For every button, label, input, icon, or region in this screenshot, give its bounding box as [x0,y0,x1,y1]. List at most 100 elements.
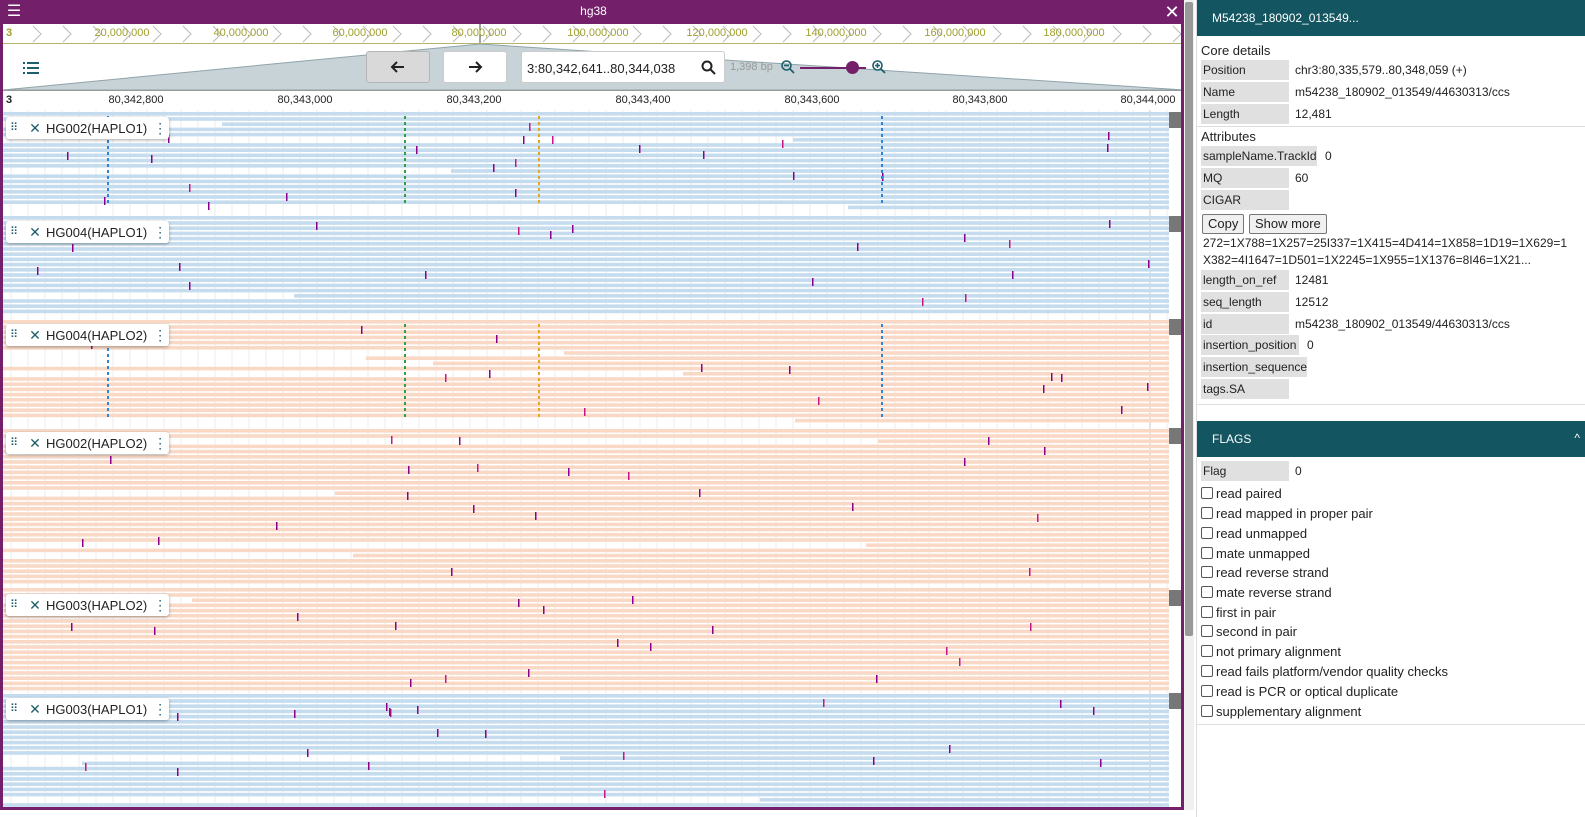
mismatch-mark [623,752,625,760]
zoom-out-icon[interactable] [780,59,796,75]
flag-second-in-pair[interactable]: second in pair [1201,622,1297,640]
mismatch-mark [416,146,418,154]
track-menu-icon[interactable]: ⋮ [153,701,167,718]
drag-handle-icon[interactable]: ⠿ [10,598,22,612]
checkbox[interactable] [1201,507,1213,519]
mismatch-mark [818,397,820,405]
read-alignment [3,579,1169,584]
track-scrollbar[interactable] [1169,319,1181,335]
read-alignment [3,614,1169,618]
arrow-forward-icon [469,61,483,73]
location-input[interactable] [527,59,697,77]
read-alignment [3,398,1169,402]
flags-header[interactable]: FLAGS ^ [1197,421,1585,457]
flag-label: read reverse strand [1216,564,1329,580]
divider [1197,724,1585,725]
overview-chevron [1142,25,1152,43]
mismatch-mark [151,155,153,163]
checkbox[interactable] [1201,527,1213,539]
zoom-slider-thumb[interactable] [846,61,859,74]
field-value-id: m54238_180902_013549/44630313/ccs [1295,317,1510,331]
copy-button[interactable]: Copy [1202,214,1245,234]
track-scrollbar[interactable] [1169,693,1181,709]
checkbox[interactable] [1201,665,1213,677]
close-track-icon[interactable]: ✕ [28,598,42,612]
show-more-button[interactable]: Show more [1249,214,1327,234]
track-scrollbar[interactable] [1169,216,1181,232]
mismatch-mark [1029,568,1031,576]
zoom-in-icon[interactable] [871,59,887,75]
mismatch-mark [316,222,318,230]
checkbox[interactable] [1201,606,1213,618]
flag-proper-pair[interactable]: read mapped in proper pair [1201,504,1373,522]
read-alignment [3,681,1169,686]
flag-read-unmapped[interactable]: read unmapped [1201,524,1307,542]
flag-label: read paired [1216,485,1282,501]
drag-handle-icon[interactable]: ⠿ [10,702,22,716]
flag-read-paired[interactable]: read paired [1201,484,1282,502]
back-button[interactable] [366,51,430,83]
mismatch-mark [110,456,112,464]
flag-qc-fail[interactable]: read fails platform/vendor quality check… [1201,662,1448,680]
flag-first-in-pair[interactable]: first in pair [1201,603,1276,621]
flag-mate-reverse[interactable]: mate reverse strand [1201,583,1332,601]
checkbox[interactable] [1201,625,1213,637]
track-menu-icon[interactable]: ⋮ [153,224,167,241]
coordinate-ruler[interactable]: 3 80,342,800 80,343,000 80,343,200 80,34… [3,90,1181,110]
close-track-icon[interactable]: ✕ [28,702,42,716]
main-scrollbar[interactable] [1184,0,1194,810]
track-selector-button[interactable] [17,56,45,80]
track-menu-icon[interactable]: ⋮ [153,435,167,452]
chevron-up-icon[interactable]: ^ [1574,431,1580,445]
mismatch-mark [988,437,990,445]
track-scrollbar[interactable] [1169,590,1181,606]
track-scrollbar[interactable] [1169,428,1181,444]
track-menu-icon[interactable]: ⋮ [153,597,167,614]
field-value-seq-length: 12512 [1295,295,1329,309]
mismatch-mark [361,326,363,334]
checkbox[interactable] [1201,566,1213,578]
mismatch-mark [518,227,520,235]
ruler-tick-label: 80,342,800 [108,94,164,106]
forward-button[interactable] [443,51,507,83]
drag-handle-icon[interactable]: ⠿ [10,436,22,450]
close-track-icon[interactable]: ✕ [28,225,42,239]
checkbox[interactable] [1201,645,1213,657]
read-alignment [353,553,1169,558]
ruler-tick-label: 80,343,000 [277,94,333,106]
track-scrollbar[interactable] [1169,112,1181,128]
flag-not-primary[interactable]: not primary alignment [1201,642,1341,660]
view-close-icon[interactable]: ✕ [1162,2,1181,22]
read-alignment [451,169,1169,173]
close-track-icon[interactable]: ✕ [28,328,42,342]
read-alignment [3,522,1169,527]
flag-mate-unmapped[interactable]: mate unmapped [1201,544,1310,562]
track-menu-icon[interactable]: ⋮ [153,327,167,344]
flag-duplicate[interactable]: read is PCR or optical duplicate [1201,682,1398,700]
mismatch-mark [473,505,475,513]
drag-handle-icon[interactable]: ⠿ [10,328,22,342]
read-alignment [3,640,1169,644]
checkbox[interactable] [1201,586,1213,598]
field-value-name: m54238_180902_013549/44630313/ccs [1295,85,1510,99]
overview-scalebar[interactable]: 3 20,000,000 40,000,000 60,000,000 80,000,00… [3,24,1181,44]
checkbox[interactable] [1201,685,1213,697]
close-track-icon[interactable]: ✕ [28,121,42,135]
drag-handle-icon[interactable]: ⠿ [10,121,22,135]
read-alignment [3,475,1169,480]
read-alignment [3,184,1169,189]
read-alignment [3,740,1169,745]
mismatch-mark [1044,447,1046,455]
close-track-icon[interactable]: ✕ [28,436,42,450]
alignment-pileups[interactable] [3,110,1184,810]
track-menu-icon[interactable]: ⋮ [153,120,167,137]
checkbox[interactable] [1201,705,1213,717]
search-icon[interactable] [700,59,718,77]
checkbox[interactable] [1201,547,1213,559]
flag-label: read unmapped [1216,525,1308,541]
checkbox[interactable] [1201,487,1213,499]
drag-handle-icon[interactable]: ⠿ [10,225,22,239]
flag-supplementary[interactable]: supplementary alignment [1201,702,1361,720]
flag-read-reverse[interactable]: read reverse strand [1201,563,1329,581]
main-scrollbar-thumb[interactable] [1185,2,1193,636]
